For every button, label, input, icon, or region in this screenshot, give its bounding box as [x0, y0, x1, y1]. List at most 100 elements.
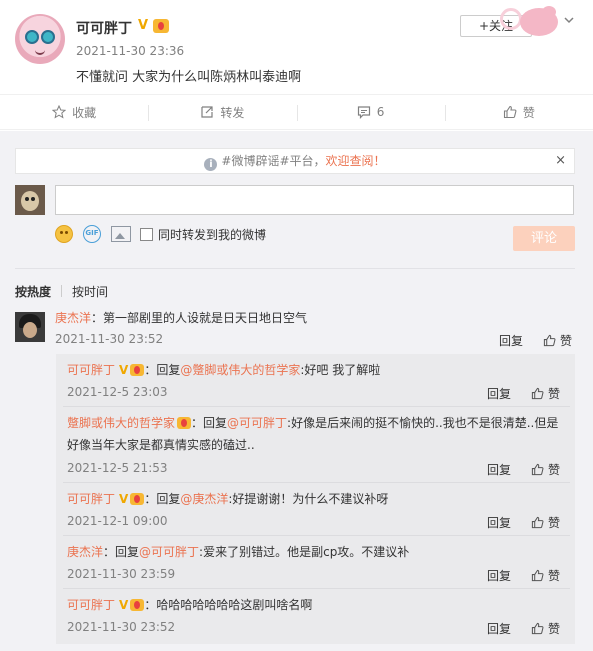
reply-text: 庚杰洋：回复@可可胖丁:爱来了别错过。他是副cp攻。不建议补	[67, 541, 567, 563]
comment-icon	[357, 106, 370, 119]
weibo-post: 可可胖丁 V 2021-11-30 23:36 不懂就问 大家为什么叫陈炳林叫泰…	[0, 0, 593, 94]
sort-tabs: 按热度 按时间	[15, 283, 108, 300]
reply-reply-button[interactable]: 回复	[487, 567, 511, 584]
reply-text: 可可胖丁 V ：哈哈哈哈哈哈哈这剧叫啥名啊	[67, 594, 567, 616]
like-button[interactable]: 赞	[444, 95, 593, 129]
reply-reply-button[interactable]: 回复	[487, 385, 511, 402]
reply-like-label: 赞	[548, 387, 561, 401]
reply-like-button[interactable]: 赞	[531, 461, 560, 478]
reply-divider	[63, 406, 570, 407]
thumbs-up-icon	[531, 463, 544, 476]
reply-like-button[interactable]: 赞	[531, 620, 560, 637]
close-icon[interactable]: ×	[555, 149, 566, 173]
comment-body: ：第一部剧里的人设就是日天日地日空气	[91, 311, 308, 325]
repost-to-weibo-checkbox[interactable]	[140, 228, 153, 241]
reply-time: 2021-11-30 23:59	[67, 567, 176, 581]
thumbs-up-icon	[503, 105, 517, 119]
member-badge-icon	[130, 364, 145, 376]
divider	[15, 268, 575, 269]
reply-like-button[interactable]: 赞	[531, 567, 560, 584]
post-time[interactable]: 2021-11-30 23:36	[76, 44, 184, 58]
commenter-name[interactable]: 庚杰洋	[55, 311, 91, 325]
rumor-notice-banner: i #微博辟谣#平台，欢迎查阅！ ×	[15, 148, 575, 174]
member-badge-icon	[130, 599, 145, 611]
thumbs-up-icon	[531, 387, 544, 400]
reply-user[interactable]: 庚杰洋	[67, 545, 103, 559]
reply-prefix: ：回复	[191, 416, 228, 430]
reply-divider	[63, 535, 570, 536]
reply-like-button[interactable]: 赞	[531, 514, 560, 531]
tab-separator	[61, 285, 63, 297]
reply-divider	[63, 588, 570, 589]
image-icon[interactable]	[111, 226, 131, 242]
repost-checkbox-label[interactable]: 同时转发到我的微博	[158, 226, 266, 243]
reply-prefix: ：回复	[144, 492, 181, 506]
smiley-icon[interactable]	[55, 225, 73, 243]
reply-reply-button[interactable]: 回复	[487, 620, 511, 637]
my-avatar-eye-right	[31, 197, 35, 201]
repost-icon	[201, 106, 213, 118]
reply-mention[interactable]: @蹩脚或伟大的哲学家	[180, 363, 300, 377]
action-bar: 收藏 转发 6 赞	[0, 94, 593, 130]
thumbs-up-icon	[531, 516, 544, 529]
comment-time: 2021-11-30 23:52	[55, 332, 164, 346]
pet-decoration-icon	[500, 2, 560, 38]
repost-button[interactable]: 转发	[148, 95, 296, 129]
reply-text: 可可胖丁 V ：回复@庚杰洋:好提谢谢！为什么不建议补呀	[67, 488, 567, 510]
comment-count: 6	[376, 105, 385, 119]
comment-reply-button[interactable]: 回复	[499, 332, 523, 349]
reply-user[interactable]: 蹩脚或伟大的哲学家	[67, 416, 175, 430]
comment-input[interactable]	[55, 185, 574, 215]
reply-prefix: ：回复	[144, 363, 181, 377]
thumbs-up-icon	[543, 334, 556, 347]
reply-mention[interactable]: @可可胖丁	[139, 545, 199, 559]
tab-sort-time[interactable]: 按时间	[72, 285, 108, 299]
reply-like-label: 赞	[548, 622, 561, 636]
reply-body: :好吧 我了解啦	[300, 363, 381, 377]
reply-mention[interactable]: @可可胖丁	[227, 416, 287, 430]
reply-time: 2021-12-5 21:53	[67, 461, 168, 475]
notice-link[interactable]: 欢迎查阅！	[326, 154, 386, 168]
favorite-button[interactable]: 收藏	[0, 95, 148, 129]
notice-text: #微博辟谣#平台，	[221, 154, 326, 168]
reply-body: :好提谢谢！为什么不建议补呀	[228, 492, 389, 506]
member-badge-icon	[153, 19, 169, 33]
reply-like-label: 赞	[548, 516, 561, 530]
thumbs-up-icon	[531, 622, 544, 635]
reply-time: 2021-12-5 23:03	[67, 385, 168, 399]
post-text: 不懂就问 大家为什么叫陈炳林叫泰迪啊	[76, 70, 302, 85]
reply-time: 2021-12-1 09:00	[67, 514, 168, 528]
verified-icon: V	[119, 598, 129, 612]
reply-reply-button[interactable]: 回复	[487, 514, 511, 531]
comment-like-button[interactable]: 赞	[543, 332, 572, 349]
chevron-down-icon[interactable]	[563, 14, 575, 26]
reply-like-button[interactable]: 赞	[531, 385, 560, 402]
reply-body: 哈哈哈哈哈哈哈这剧叫啥名啊	[156, 598, 313, 612]
gif-icon[interactable]: GIF	[83, 225, 101, 243]
reply-text: 可可胖丁 V ：回复@蹩脚或伟大的哲学家:好吧 我了解啦	[67, 359, 567, 381]
reply-body: :爱来了别错过。他是副cp攻。不建议补	[199, 545, 410, 559]
comment-button[interactable]: 6	[296, 95, 445, 129]
reply-user[interactable]: 可可胖丁	[67, 598, 115, 612]
verified-icon: V	[138, 18, 149, 33]
member-badge-icon	[177, 417, 192, 429]
thumbs-up-icon	[531, 569, 544, 582]
reply-user[interactable]: 可可胖丁	[67, 492, 115, 506]
commenter-avatar[interactable]	[15, 312, 45, 342]
reply-like-label: 赞	[548, 569, 561, 583]
reply-mention[interactable]: @庚杰洋	[180, 492, 228, 506]
author-name[interactable]: 可可胖丁	[76, 18, 132, 38]
reply-like-label: 赞	[548, 463, 561, 477]
avatar-eye-left	[25, 30, 39, 44]
repost-label: 转发	[220, 105, 245, 120]
tab-sort-hot[interactable]: 按热度	[15, 285, 51, 299]
reply-user[interactable]: 可可胖丁	[67, 363, 115, 377]
my-avatar-face	[21, 191, 39, 211]
author-avatar[interactable]	[15, 14, 65, 64]
verified-icon: V	[119, 492, 129, 506]
member-badge-icon	[130, 493, 145, 505]
avatar-mouth	[35, 49, 45, 55]
submit-comment-button[interactable]: 评论	[513, 226, 575, 251]
my-avatar[interactable]	[15, 185, 45, 215]
reply-reply-button[interactable]: 回复	[487, 461, 511, 478]
